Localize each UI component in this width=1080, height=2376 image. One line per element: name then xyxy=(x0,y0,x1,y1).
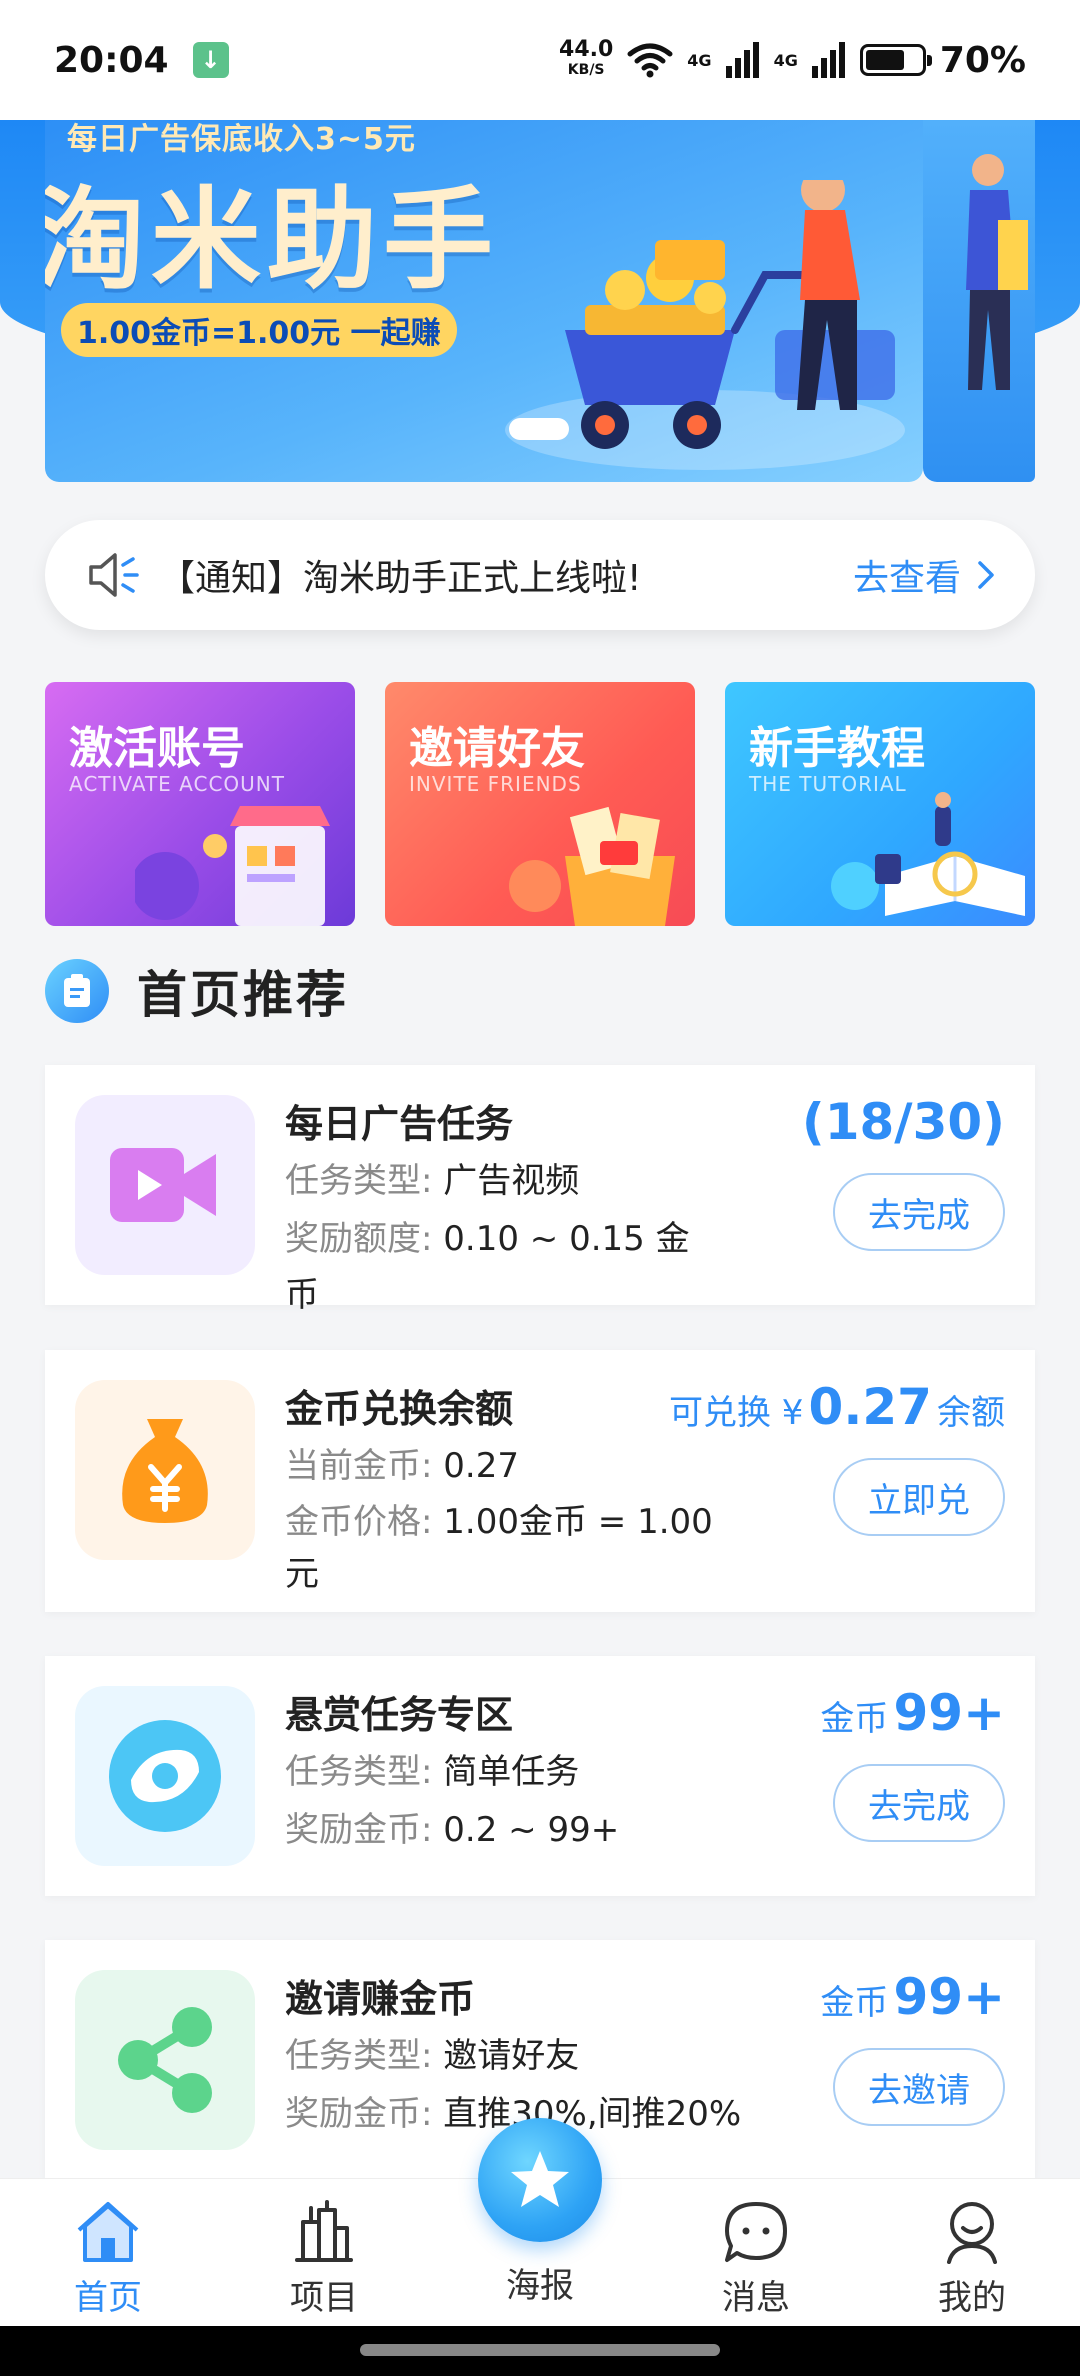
notice-view-link[interactable]: 去查看 xyxy=(853,549,995,601)
activate-account-card[interactable]: 激活账号 ACTIVATE ACCOUNT xyxy=(45,682,355,926)
task-title: 每日广告任务 xyxy=(285,1102,514,1146)
banner-title: 淘米助手 xyxy=(45,176,499,304)
coin-reward: 金币 99+ xyxy=(820,1968,1005,2026)
task-card-coin-exchange[interactable]: 金币兑换余额 当前金币: 0.27 金币价格: 1.00金币 = 1.00元 可… xyxy=(45,1350,1035,1612)
shop-illustration xyxy=(135,806,330,926)
coin-reward: 金币 99+ xyxy=(820,1684,1005,1742)
star-icon xyxy=(511,2151,569,2207)
task-reward-line: 奖励金币: 0.2 ~ 99+ xyxy=(285,1810,620,1850)
nav-poster-label: 海报 xyxy=(506,2266,574,2306)
next-banner-preview[interactable] xyxy=(923,120,1035,482)
task-card-bounty[interactable]: 悬赏任务专区 任务类型: 简单任务 奖励金币: 0.2 ~ 99+ 金币 99+… xyxy=(45,1656,1035,1896)
gift-box-illustration xyxy=(509,806,675,926)
building-icon xyxy=(295,2200,353,2262)
poster-button[interactable] xyxy=(478,2118,602,2242)
tutorial-card[interactable]: 新手教程 THE TUTORIAL xyxy=(725,682,1035,926)
notice-bar[interactable]: 【通知】淘米助手正式上线啦! 去查看 xyxy=(45,520,1035,630)
network-speed: 44.0 KB/S xyxy=(559,37,614,79)
banner-pill: 1.00金币=1.00元 一起赚 xyxy=(61,303,457,357)
home-indicator[interactable] xyxy=(360,2344,720,2356)
money-bag-icon xyxy=(75,1380,255,1560)
speaker-icon xyxy=(89,553,139,597)
task-title: 悬赏任务专区 xyxy=(285,1693,514,1737)
go-invite-button[interactable]: 去邀请 xyxy=(833,2048,1005,2126)
go-complete-button[interactable]: 去完成 xyxy=(833,1173,1005,1251)
task-card-daily-ads[interactable]: 每日广告任务 任务类型: 广告视频 奖励额度: 0.10 ~ 0.15 金币 (… xyxy=(45,1065,1035,1315)
clipboard-icon xyxy=(45,959,109,1023)
task-progress: (18/30) xyxy=(801,1093,1005,1151)
status-bar: 20:04 ↓ 44.0 KB/S 4G 4G 70% xyxy=(0,0,1080,120)
promo-banner[interactable]: 每日广告保底收入3~5元 淘米助手 1.00金币=1.00元 一起赚 xyxy=(45,120,923,482)
network-type-2: 4G xyxy=(773,50,798,70)
nav-home[interactable]: 首页 xyxy=(28,2179,188,2327)
share-icon xyxy=(75,1970,255,2150)
battery-percent: 70% xyxy=(939,39,1026,81)
shopping-cart-illustration xyxy=(505,180,905,470)
notice-text: 【通知】淘米助手正式上线啦! xyxy=(159,558,642,599)
book-illustration xyxy=(831,792,1025,916)
person-illustration xyxy=(966,154,1028,390)
battery-icon xyxy=(859,44,932,76)
signal-icon-2 xyxy=(811,42,845,78)
banner-pagination-dot xyxy=(509,418,569,440)
chat-icon xyxy=(725,2202,787,2262)
task-type-line: 任务类型: 邀请好友 xyxy=(285,2036,580,2076)
home-icon xyxy=(77,2202,139,2262)
wifi-icon xyxy=(627,43,673,78)
nav-message[interactable]: 消息 xyxy=(676,2179,836,2327)
status-time: 20:04 xyxy=(54,39,169,81)
download-icon: ↓ xyxy=(192,42,229,78)
task-title: 金币兑换余额 xyxy=(285,1387,514,1431)
section-header: 首页推荐 xyxy=(45,958,349,1024)
chevron-right-icon xyxy=(978,561,994,589)
coin-price-line: 金币价格: 1.00金币 = 1.00元 xyxy=(285,1502,713,1594)
task-title: 邀请赚金币 xyxy=(285,1977,476,2021)
section-title: 首页推荐 xyxy=(137,966,349,1024)
task-type-line: 任务类型: 简单任务 xyxy=(285,1752,580,1792)
current-coins-line: 当前金币: 0.27 xyxy=(285,1446,519,1486)
exchangeable-amount: 可兑换 ¥ 0.27 余额 xyxy=(668,1378,1005,1436)
task-reward-line: 奖励额度: 0.10 ~ 0.15 金币 xyxy=(285,1219,690,1315)
nav-project[interactable]: 项目 xyxy=(244,2179,404,2327)
go-complete-button[interactable]: 去完成 xyxy=(833,1764,1005,1842)
task-type-line: 任务类型: 广告视频 xyxy=(285,1161,580,1201)
eye-icon xyxy=(75,1686,255,1866)
video-icon xyxy=(75,1095,255,1275)
invite-friends-card[interactable]: 邀请好友 INVITE FRIENDS xyxy=(385,682,695,926)
nav-mine[interactable]: 我的 xyxy=(892,2179,1052,2327)
status-indicators: 44.0 KB/S 4G 4G 70% xyxy=(559,37,1026,81)
network-type-1: 4G xyxy=(687,50,712,70)
exchange-now-button[interactable]: 立即兑 xyxy=(833,1458,1005,1536)
user-icon xyxy=(947,2202,997,2264)
signal-icon xyxy=(725,42,759,78)
